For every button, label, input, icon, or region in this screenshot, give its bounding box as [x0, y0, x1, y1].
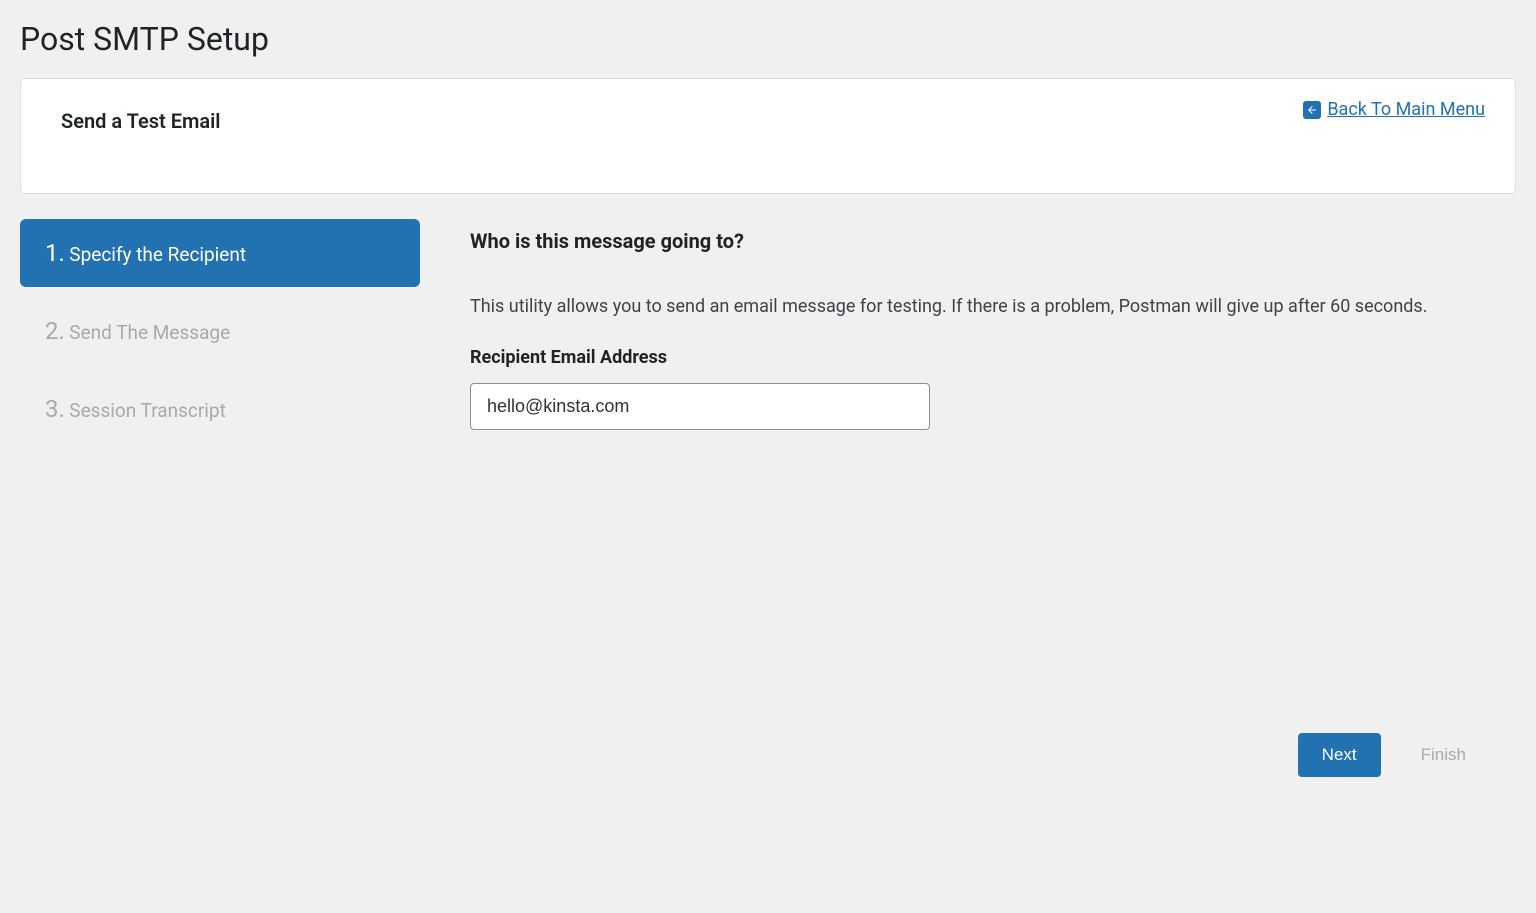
page-title: Post SMTP Setup: [20, 20, 1516, 58]
step-number: 2.: [45, 317, 65, 345]
back-to-main-menu-link[interactable]: Back To Main Menu: [1327, 99, 1485, 120]
wizard-step-1[interactable]: 1. Specify the Recipient: [20, 219, 420, 287]
finish-button: Finish: [1411, 733, 1476, 777]
wizard-footer: Next Finish: [20, 733, 1516, 777]
content-description: This utility allows you to send an email…: [470, 293, 1516, 322]
step-number: 3.: [45, 395, 65, 423]
wizard-steps: 1. Specify the Recipient 2. Send The Mes…: [20, 219, 420, 453]
wizard-container: 1. Specify the Recipient 2. Send The Mes…: [20, 219, 1516, 453]
step-label: Session Transcript: [69, 399, 226, 422]
step-number: 1.: [45, 239, 65, 267]
content-heading: Who is this message going to?: [470, 229, 1516, 253]
recipient-email-input[interactable]: [470, 383, 930, 430]
recipient-email-label: Recipient Email Address: [470, 347, 1516, 368]
back-link-wrapper: Back To Main Menu: [1303, 99, 1485, 120]
wizard-step-2[interactable]: 2. Send The Message: [20, 297, 420, 365]
wizard-content: Who is this message going to? This utili…: [470, 219, 1516, 453]
header-card: Send a Test Email Back To Main Menu: [20, 78, 1516, 194]
step-label: Send The Message: [69, 321, 230, 344]
next-button[interactable]: Next: [1298, 733, 1381, 777]
wizard-step-3[interactable]: 3. Session Transcript: [20, 375, 420, 443]
header-card-title: Send a Test Email: [61, 109, 1475, 133]
step-label: Specify the Recipient: [69, 243, 246, 266]
back-arrow-icon: [1303, 101, 1321, 119]
